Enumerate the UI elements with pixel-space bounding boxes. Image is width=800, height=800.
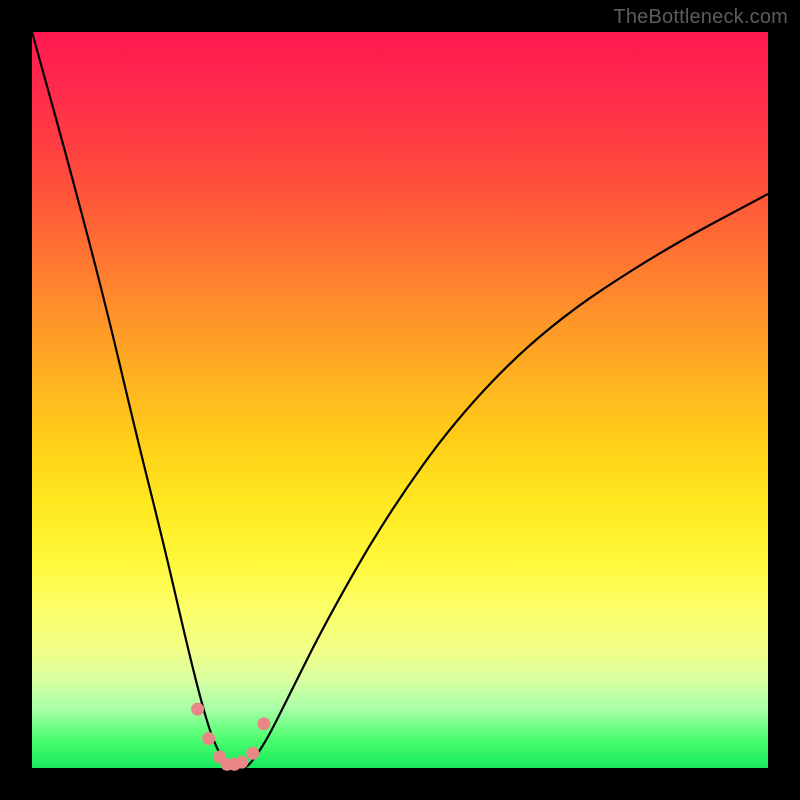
plot-area bbox=[32, 32, 768, 768]
marker-dot bbox=[246, 747, 259, 760]
bottleneck-curve bbox=[32, 32, 768, 768]
chart-svg bbox=[32, 32, 768, 768]
chart-frame: TheBottleneck.com bbox=[0, 0, 800, 800]
watermark-text: TheBottleneck.com bbox=[613, 6, 788, 29]
marker-dot bbox=[235, 756, 248, 769]
trough-markers bbox=[191, 703, 270, 771]
marker-dot bbox=[202, 732, 215, 745]
marker-dot bbox=[191, 703, 204, 716]
curve-path bbox=[32, 32, 768, 768]
marker-dot bbox=[257, 717, 270, 730]
